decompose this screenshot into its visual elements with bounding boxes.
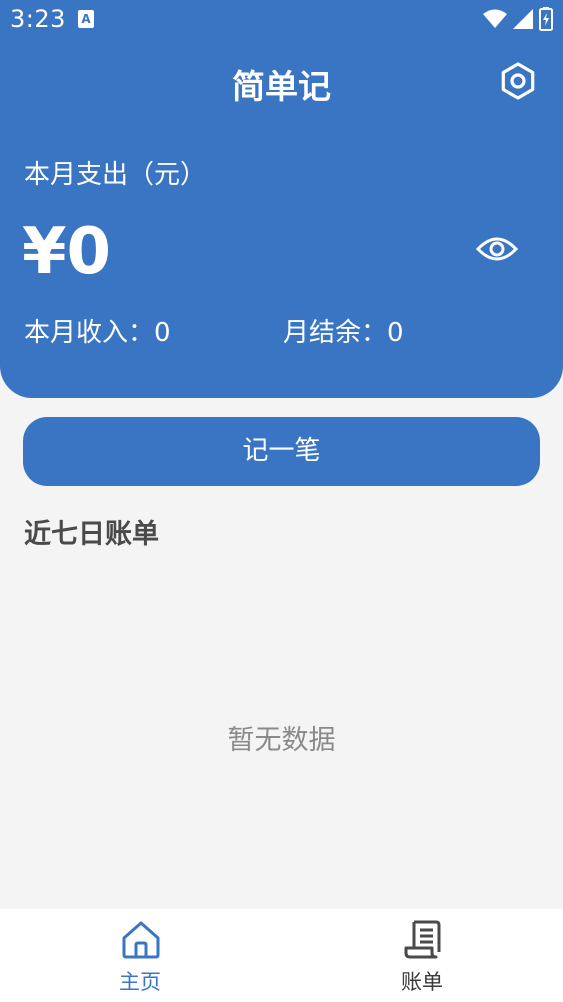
settings-button[interactable]: [498, 61, 538, 101]
bottom-nav: 主页 账单: [0, 909, 563, 1002]
nav-item-bills[interactable]: 账单: [352, 909, 492, 1002]
month-expense-label: 本月支出（元）: [24, 160, 207, 190]
month-balance: 月结余：0: [283, 318, 404, 348]
wifi-icon: [483, 9, 507, 28]
accessibility-a-icon: A: [78, 10, 94, 28]
app-screen: 3:23 A 简单记 本月支出（元） ¥0 本月收入：0 月结余：0 记一笔 近…: [0, 0, 563, 1002]
gear-icon: [501, 62, 535, 100]
battery-icon: [539, 7, 553, 31]
nav-item-home[interactable]: 主页: [70, 909, 210, 1002]
status-icons: [483, 7, 553, 31]
signal-icon: [513, 9, 533, 29]
eye-icon: [475, 237, 519, 261]
nav-label-bills: 账单: [401, 970, 443, 994]
summary-header: 3:23 A 简单记 本月支出（元） ¥0 本月收入：0 月结余：0: [0, 0, 563, 398]
app-title: 简单记: [232, 67, 331, 106]
empty-state-text: 暂无数据: [227, 725, 336, 756]
status-time: 3:23: [10, 5, 66, 33]
toggle-visibility-button[interactable]: [475, 232, 519, 266]
record-entry-button[interactable]: 记一笔: [23, 417, 540, 486]
status-bar: 3:23 A: [0, 0, 563, 40]
recent-bills-title: 近七日账单: [24, 519, 159, 550]
home-icon: [122, 921, 160, 959]
month-income: 本月收入：0: [24, 318, 171, 348]
nav-label-home: 主页: [119, 970, 161, 994]
expense-amount: ¥0: [22, 215, 112, 289]
bill-icon: [404, 920, 441, 959]
